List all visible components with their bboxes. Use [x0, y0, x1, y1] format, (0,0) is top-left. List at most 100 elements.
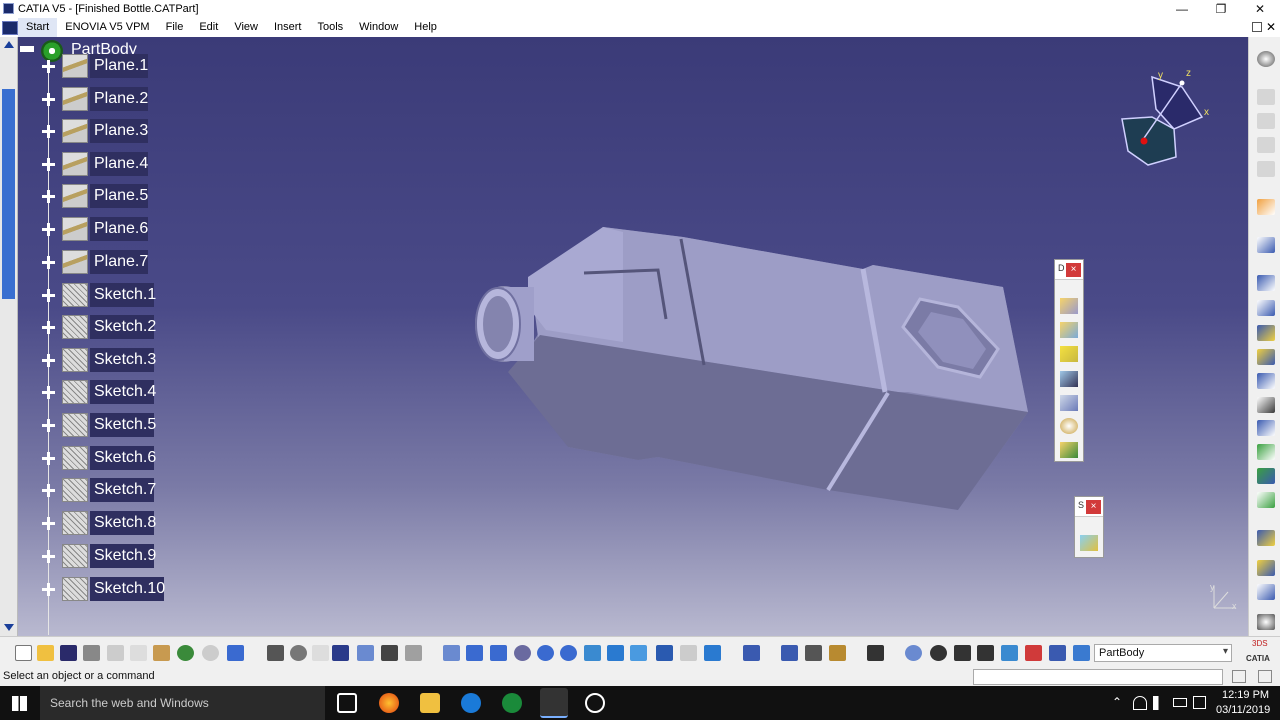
properties-icon[interactable] [1025, 645, 1042, 661]
menu-edit[interactable]: Edit [191, 18, 226, 37]
redo-icon[interactable] [202, 645, 219, 661]
shaft-icon[interactable] [1060, 346, 1078, 362]
zoom-in-icon[interactable] [537, 645, 554, 661]
tree-expand-toggle[interactable] [42, 93, 55, 106]
menu-enovia[interactable]: ENOVIA V5 VPM [57, 18, 157, 37]
layer-icon[interactable] [1001, 645, 1018, 661]
hole-tool-icon[interactable] [1257, 373, 1275, 389]
measure-icon[interactable] [1257, 614, 1275, 630]
menu-insert[interactable]: Insert [266, 18, 310, 37]
tree-expand-toggle[interactable] [42, 484, 55, 497]
tree-item-label[interactable]: Sketch.10 [90, 577, 165, 601]
refresh-icon[interactable] [905, 645, 922, 661]
close-doc-button[interactable]: ✕ [1266, 20, 1276, 34]
menu-tools[interactable]: Tools [309, 18, 351, 37]
shell-icon[interactable] [1257, 468, 1275, 484]
select-cursor-icon[interactable] [1257, 199, 1275, 215]
tree-expand-toggle[interactable] [42, 125, 55, 138]
save-icon[interactable] [60, 645, 77, 661]
tree-expand-toggle[interactable] [42, 354, 55, 367]
tray-chevron-icon[interactable]: ⌃ [1112, 695, 1122, 709]
tree-expand-toggle[interactable] [42, 223, 55, 236]
fillet-icon[interactable] [1257, 397, 1275, 413]
floating-toolbar-s-header[interactable]: S × [1075, 497, 1103, 517]
cut-icon[interactable] [107, 645, 124, 661]
close-button[interactable]: ✕ [1240, 0, 1280, 18]
open-file-icon[interactable] [37, 645, 54, 661]
tree-item-label[interactable]: Sketch.5 [90, 413, 156, 437]
floating-toolbar-d-header[interactable]: D × [1055, 260, 1083, 280]
copy-icon[interactable] [130, 645, 147, 661]
tree-item-label[interactable]: Plane.2 [90, 87, 148, 111]
tree-expand-toggle[interactable] [42, 256, 55, 269]
tree-expand-toggle[interactable] [42, 289, 55, 302]
sketch-tool-icon[interactable] [1080, 535, 1098, 551]
new-file-icon[interactable] [15, 645, 32, 661]
tree-item-label[interactable]: Sketch.3 [90, 348, 156, 372]
list-icon[interactable] [1049, 645, 1066, 661]
disabled-tool-icon[interactable] [1257, 137, 1275, 153]
command-input[interactable] [973, 669, 1223, 685]
obs-icon[interactable] [585, 693, 605, 713]
tree-item-label[interactable]: Sketch.7 [90, 478, 156, 502]
windows-start-icon[interactable] [12, 696, 27, 711]
tree-item-label[interactable]: Sketch.2 [90, 315, 156, 339]
snap-icon[interactable] [781, 645, 798, 661]
mirror-icon[interactable] [1257, 560, 1275, 576]
paste-icon[interactable] [153, 645, 170, 661]
tree-item-label[interactable]: Plane.4 [90, 152, 148, 176]
tree-expand-toggle[interactable] [42, 321, 55, 334]
pocket-tool-icon[interactable] [1257, 300, 1275, 316]
restore-doc-button[interactable] [1252, 22, 1262, 32]
gear-icon[interactable] [1257, 51, 1275, 67]
task-view-icon[interactable] [337, 693, 357, 713]
body-icon[interactable] [1073, 645, 1090, 661]
pad-tool-icon[interactable] [1257, 275, 1275, 291]
zoom-out-icon[interactable] [560, 645, 577, 661]
edge-icon[interactable] [461, 693, 481, 713]
hide-show-icon[interactable] [680, 645, 697, 661]
disabled-tool-icon[interactable] [1257, 161, 1275, 177]
swap-visible-space-icon[interactable] [704, 645, 721, 661]
tree-item-label[interactable]: Sketch.1 [90, 283, 156, 307]
draft-icon[interactable] [1257, 444, 1275, 460]
fit-all-icon[interactable] [466, 645, 483, 661]
tree-expand-toggle[interactable] [42, 60, 55, 73]
tree-scrollbar[interactable] [0, 37, 18, 636]
tree-item-label[interactable]: Plane.5 [90, 184, 148, 208]
comment-icon[interactable] [290, 645, 307, 661]
menu-help[interactable]: Help [406, 18, 445, 37]
tree-item-label[interactable]: Sketch.9 [90, 544, 156, 568]
tree-item-label[interactable]: Plane.1 [90, 54, 148, 78]
scroll-down-arrow[interactable] [4, 624, 14, 631]
tree-item-label[interactable]: Plane.6 [90, 217, 148, 241]
axis-system-icon[interactable] [805, 645, 822, 661]
table-icon[interactable] [332, 645, 349, 661]
menu-start[interactable]: Start [18, 18, 58, 37]
tree-expand-toggle[interactable] [42, 419, 55, 432]
hole-icon[interactable] [1060, 395, 1078, 411]
tree-expand-toggle[interactable] [42, 517, 55, 530]
sketcher-icon[interactable] [1257, 237, 1275, 253]
status-close-button[interactable] [1258, 670, 1272, 683]
status-restore-button[interactable] [1232, 670, 1246, 683]
file-explorer-icon[interactable] [420, 693, 440, 713]
tree-item-label[interactable]: Sketch.8 [90, 511, 156, 535]
shading-icon[interactable] [656, 645, 673, 661]
scroll-up-arrow[interactable] [4, 41, 14, 48]
translation-icon[interactable] [1257, 530, 1275, 546]
tree-expand-toggle[interactable] [42, 158, 55, 171]
thickness-icon[interactable] [1257, 492, 1275, 508]
disabled-tool-icon[interactable] [1257, 113, 1275, 129]
tree-item-label[interactable]: Plane.3 [90, 119, 148, 143]
menu-file[interactable]: File [158, 18, 192, 37]
whats-this-icon[interactable] [227, 645, 244, 661]
update-icon[interactable] [743, 645, 760, 661]
pan-icon[interactable] [490, 645, 507, 661]
tree-expand-toggle[interactable] [42, 452, 55, 465]
constraints-icon[interactable] [405, 645, 422, 661]
pattern-icon[interactable] [1257, 584, 1275, 600]
tree-expand-toggle[interactable] [42, 386, 55, 399]
iso-view-icon[interactable] [630, 645, 647, 661]
rib-icon[interactable] [1060, 418, 1078, 434]
